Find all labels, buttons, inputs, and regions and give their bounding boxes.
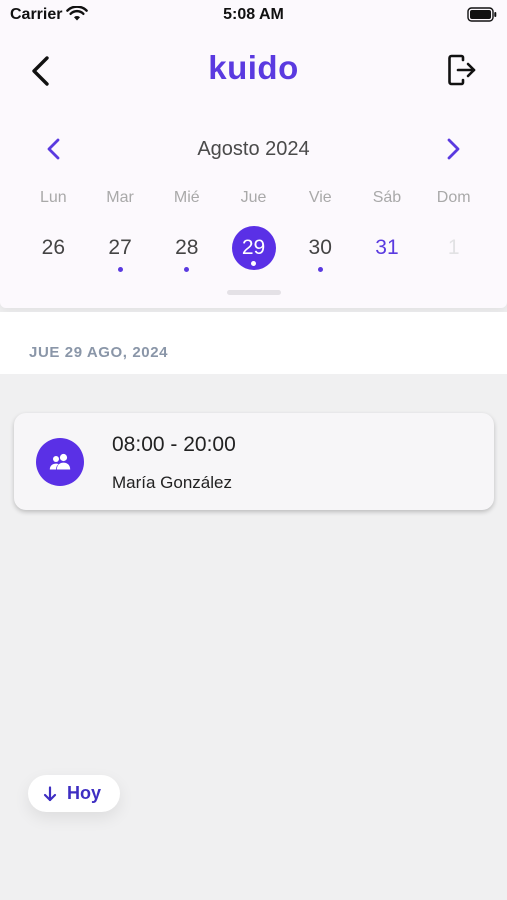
arrow-down-icon xyxy=(43,785,57,801)
day-number: 26 xyxy=(41,236,66,259)
calendar-day-disabled: 1 xyxy=(420,226,487,270)
event-indicator-dot xyxy=(251,261,257,266)
date-header: JUE 29 AGO, 2024 xyxy=(29,344,169,361)
weekday-row: Lun Mar Mié Jue Vie Sáb Dom xyxy=(20,189,487,207)
day-number: 31 xyxy=(375,236,399,259)
calendar-day[interactable]: 31 xyxy=(354,226,421,270)
weekday-label: Sáb xyxy=(372,189,402,206)
calendar-day[interactable]: 28 xyxy=(153,226,220,272)
weekday-label: Jue xyxy=(240,189,267,206)
status-bar: Carrier 5:08 AM xyxy=(0,0,507,30)
avatar xyxy=(36,438,84,486)
weekday-label: Dom xyxy=(436,189,471,206)
shift-time: 08:00 - 20:00 xyxy=(112,433,236,456)
logout-icon[interactable] xyxy=(447,54,477,86)
shift-card[interactable]: 08:00 - 20:00 María González xyxy=(14,413,494,510)
weekday-label: Mié xyxy=(173,189,200,206)
battery-icon xyxy=(467,7,497,22)
drag-handle[interactable] xyxy=(227,290,281,295)
day-number: 30 xyxy=(308,236,332,259)
today-button[interactable]: Hoy xyxy=(28,775,120,812)
event-indicator-dot xyxy=(117,267,123,272)
weekday-label: Vie xyxy=(308,189,332,206)
calendar-panel: Carrier 5:08 AM kuido Agosto 2024 Lun Ma… xyxy=(0,0,507,308)
event-indicator-dot xyxy=(184,267,190,272)
calendar-day[interactable]: 26 xyxy=(20,226,87,270)
day-number: 29 xyxy=(241,236,266,259)
day-number: 1 xyxy=(447,236,460,259)
calendar-day-selected[interactable]: 29 xyxy=(220,226,287,270)
shift-person-name: María González xyxy=(112,473,232,492)
weekday-label: Mar xyxy=(106,189,134,206)
status-time: 5:08 AM xyxy=(223,6,284,23)
day-number: 28 xyxy=(175,236,199,259)
month-title: Agosto 2024 xyxy=(197,138,310,160)
date-header-band xyxy=(0,312,507,374)
event-indicator-dot xyxy=(317,267,323,272)
people-icon xyxy=(49,453,71,470)
next-month-button[interactable] xyxy=(441,136,465,162)
calendar-day[interactable]: 27 xyxy=(87,226,154,272)
calendar-day[interactable]: 30 xyxy=(287,226,354,272)
app-logo: kuido xyxy=(208,49,299,86)
today-button-label: Hoy xyxy=(67,783,102,803)
day-row: 26 27 28 29 30 31 1 xyxy=(20,226,487,272)
day-number: 27 xyxy=(108,236,132,259)
weekday-label: Lun xyxy=(40,189,67,206)
